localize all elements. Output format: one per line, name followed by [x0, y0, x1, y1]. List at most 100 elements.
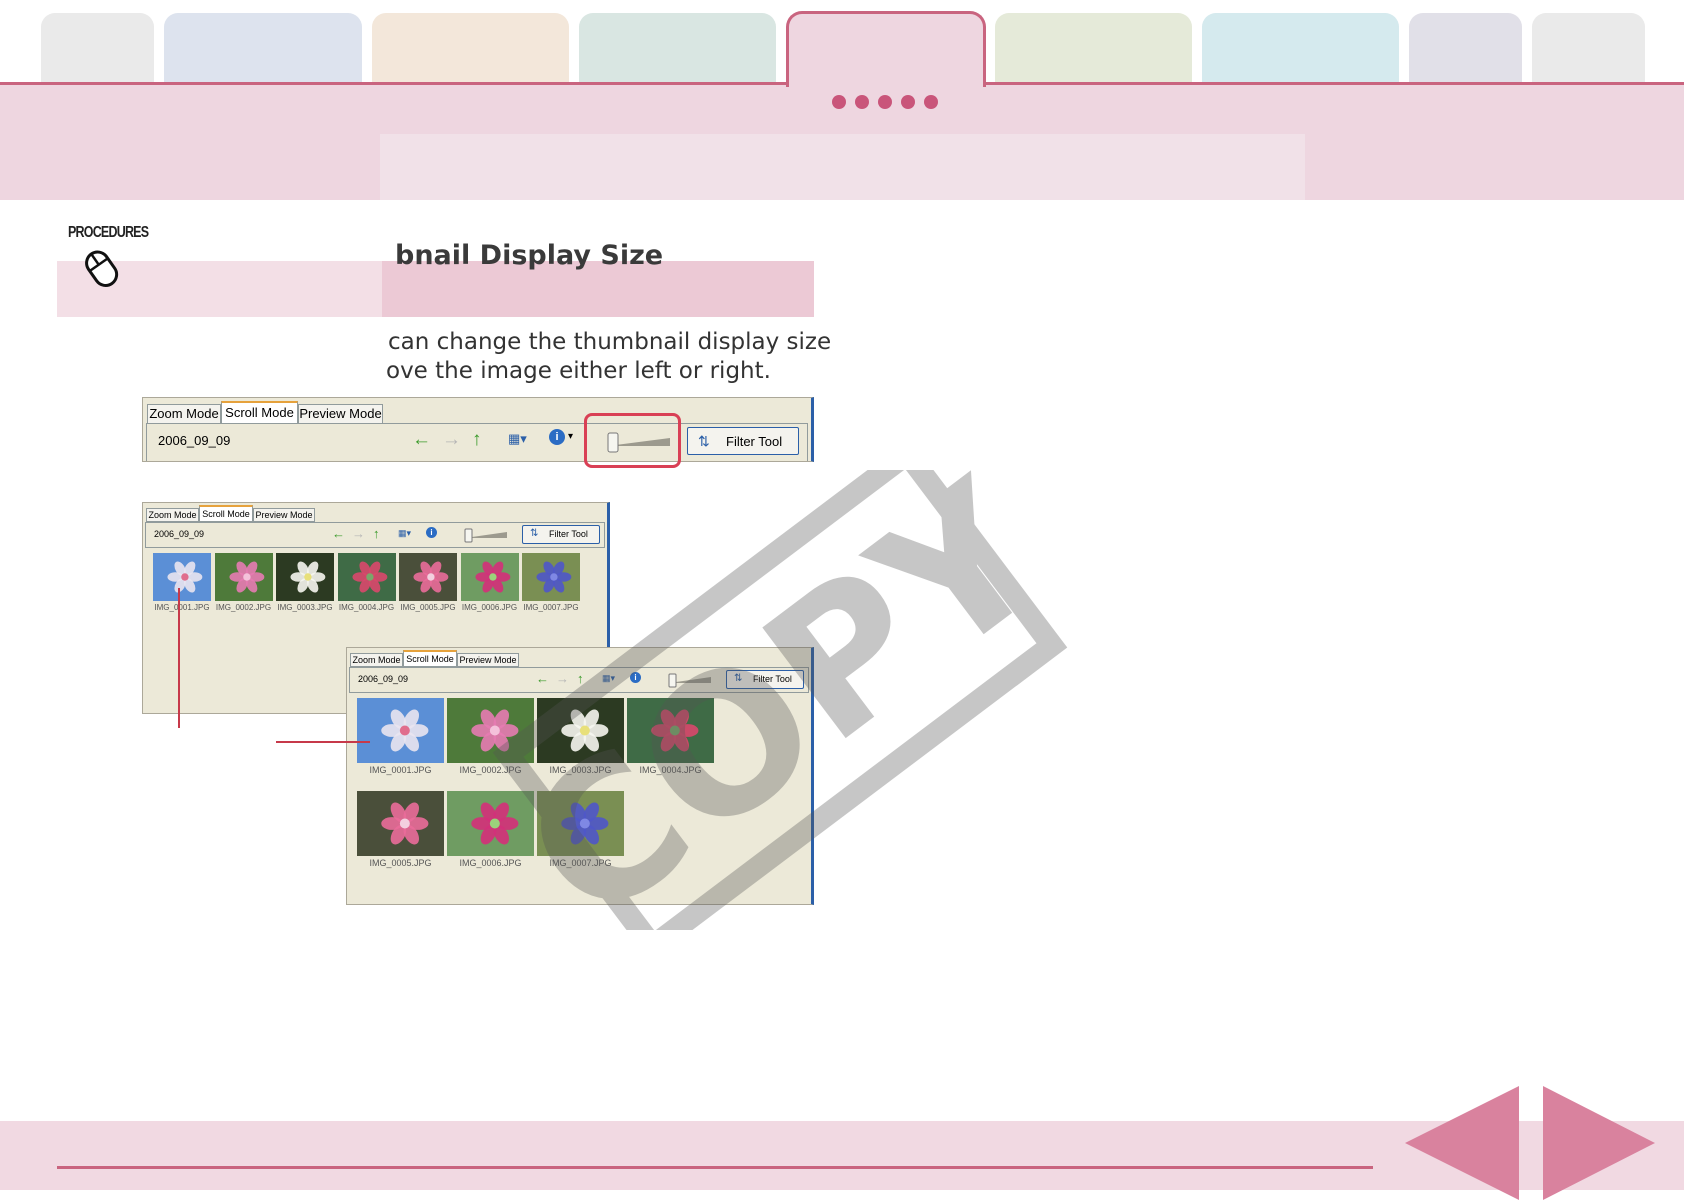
info-icon[interactable]: i [549, 429, 565, 445]
toolbar-bar: 2006_09_09 ← → ↑ ▦▾ i ⇅ Filter Tool [145, 522, 605, 548]
thumbnail-image [357, 791, 444, 861]
thumbnail-image [447, 698, 534, 768]
thumbnail-grid: IMG_0001.JPG IMG_0002.JPG IMG_0003.JPG IMG_… [353, 694, 808, 904]
tab-2[interactable] [164, 13, 362, 85]
thumbnail-item[interactable]: IMG_0006.JPG [460, 553, 519, 615]
info-icon[interactable]: i [426, 527, 437, 538]
tab-preview-mode[interactable]: Preview Mode [457, 653, 519, 667]
filter-icon: ⇅ [530, 528, 539, 539]
tab-zoom-mode[interactable]: Zoom Mode [147, 404, 221, 424]
page-dot [855, 95, 869, 109]
folder-label: 2006_09_09 [158, 433, 231, 448]
thumbnail-item[interactable]: IMG_0001.JPG [357, 698, 444, 783]
thumbnail-size-slider[interactable] [666, 672, 714, 688]
thumbnail-filename: IMG_0002.JPG [215, 603, 272, 612]
filter-tool-label: Filter Tool [549, 529, 588, 539]
tab-scroll-mode[interactable]: Scroll Mode [403, 650, 457, 667]
procedure-body: can change the thumbnail display size ov… [386, 328, 831, 386]
tab-active[interactable] [786, 11, 986, 87]
info-icon[interactable]: i [630, 672, 641, 683]
thumbnail-item[interactable]: IMG_0005.JPG [357, 791, 444, 876]
forward-arrow-icon[interactable]: → [556, 671, 569, 686]
next-page-arrow-icon[interactable] [1543, 1086, 1655, 1200]
tab-4[interactable] [579, 13, 776, 85]
callout-line-large [276, 741, 370, 743]
thumbnail-item[interactable]: IMG_0006.JPG [447, 791, 534, 876]
toolbar-bar: 2006_09_09 ← → ↑ ▦▾ i ⇅ Filter Tool [349, 667, 809, 693]
filter-tool-button[interactable]: ⇅ Filter Tool [522, 525, 600, 544]
thumbnail-filename: IMG_0001.JPG [154, 603, 210, 612]
tab-6[interactable] [995, 13, 1192, 85]
footer-divider [57, 1166, 1373, 1169]
up-folder-icon[interactable]: ↑ [577, 671, 584, 686]
thumbnail-item[interactable]: IMG_0002.JPG [447, 698, 534, 783]
select-menu-icon[interactable]: ▦▾ [398, 528, 411, 539]
tab-9[interactable] [1532, 13, 1645, 85]
previous-page-arrow-icon[interactable] [1405, 1086, 1519, 1200]
filter-icon: ⇅ [734, 673, 743, 684]
toolbar-bar: 2006_09_09 ← → ↑ ▦▾ i ▾ ⇅ Filter Tool [146, 423, 808, 461]
select-menu-icon[interactable]: ▦▾ [508, 431, 527, 447]
thumbnail-image [153, 553, 211, 606]
tab-3[interactable] [372, 13, 569, 85]
page-dot [924, 95, 938, 109]
forward-arrow-icon[interactable]: → [442, 429, 461, 451]
page-dot [832, 95, 846, 109]
filter-tool-button[interactable]: ⇅ Filter Tool [687, 427, 799, 455]
thumbnail-filename: IMG_0006.JPG [459, 858, 522, 868]
tab-preview-mode[interactable]: Preview Mode [298, 404, 383, 424]
window-large-thumbs: Zoom Mode Scroll Mode Preview Mode 2006_… [346, 647, 814, 905]
thumbnail-image [460, 553, 519, 606]
thumbnail-filename: IMG_0004.JPG [639, 765, 702, 775]
thumbnail-image [276, 553, 334, 606]
thumbnail-item[interactable]: IMG_0001.JPG [153, 553, 211, 615]
tab-8[interactable] [1409, 13, 1522, 85]
page-dot [901, 95, 915, 109]
tab-scroll-mode[interactable]: Scroll Mode [221, 401, 298, 424]
thumbnail-image [537, 791, 624, 861]
thumbnail-image [399, 553, 457, 606]
info-dropdown-icon[interactable]: ▾ [568, 431, 573, 442]
folder-label: 2006_09_09 [358, 674, 409, 684]
back-arrow-icon[interactable]: ← [412, 429, 431, 451]
tab-1[interactable] [41, 13, 154, 85]
thumbnail-item[interactable]: IMG_0004.JPG [627, 698, 714, 783]
toolbar-screenshot: Zoom Mode Scroll Mode Preview Mode 2006_… [142, 397, 814, 462]
back-arrow-icon[interactable]: ← [332, 526, 345, 541]
thumbnail-filename: IMG_0001.JPG [369, 765, 432, 775]
thumbnail-item[interactable]: IMG_0007.JPG [537, 791, 624, 876]
filter-tool-label: Filter Tool [726, 434, 783, 449]
tab-preview-mode[interactable]: Preview Mode [253, 508, 315, 522]
forward-arrow-icon[interactable]: → [352, 526, 365, 541]
page-dots [832, 95, 938, 109]
thumbnail-filename: IMG_0005.JPG [369, 858, 432, 868]
back-arrow-icon[interactable]: ← [536, 671, 549, 686]
body-line-2: ove the image either left or right. [386, 358, 771, 384]
thumbnail-item[interactable]: IMG_0004.JPG [337, 553, 396, 615]
thumbnail-size-slider[interactable] [462, 527, 510, 543]
slider-highlight [584, 413, 681, 468]
filter-icon: ⇅ [698, 433, 710, 449]
thumbnail-item[interactable]: IMG_0003.JPG [537, 698, 624, 783]
tab-zoom-mode[interactable]: Zoom Mode [146, 508, 199, 522]
thumbnail-filename: IMG_0007.JPG [549, 858, 612, 868]
page-dot [878, 95, 892, 109]
tab-scroll-mode[interactable]: Scroll Mode [199, 505, 253, 522]
filter-tool-button[interactable]: ⇅ Filter Tool [726, 670, 804, 689]
thumbnail-filename: IMG_0004.JPG [338, 603, 395, 612]
procedure-heading: bnail Display Size [395, 240, 664, 271]
mouse-icon [85, 250, 119, 287]
up-folder-icon[interactable]: ↑ [472, 429, 482, 451]
thumbnail-item[interactable]: IMG_0007.JPG [522, 553, 580, 615]
thumbnail-item[interactable]: IMG_0002.JPG [214, 553, 273, 615]
thumbnail-filename: IMG_0003.JPG [549, 765, 612, 775]
thumbnail-item[interactable]: IMG_0005.JPG [399, 553, 457, 615]
select-menu-icon[interactable]: ▦▾ [602, 673, 615, 684]
thumbnail-item[interactable]: IMG_0003.JPG [276, 553, 334, 615]
up-folder-icon[interactable]: ↑ [373, 526, 380, 541]
thumbnail-filename: IMG_0005.JPG [400, 603, 456, 612]
tab-7[interactable] [1202, 13, 1399, 85]
callout-line-small [178, 588, 180, 728]
folder-label: 2006_09_09 [154, 529, 205, 539]
tab-zoom-mode[interactable]: Zoom Mode [350, 653, 403, 667]
